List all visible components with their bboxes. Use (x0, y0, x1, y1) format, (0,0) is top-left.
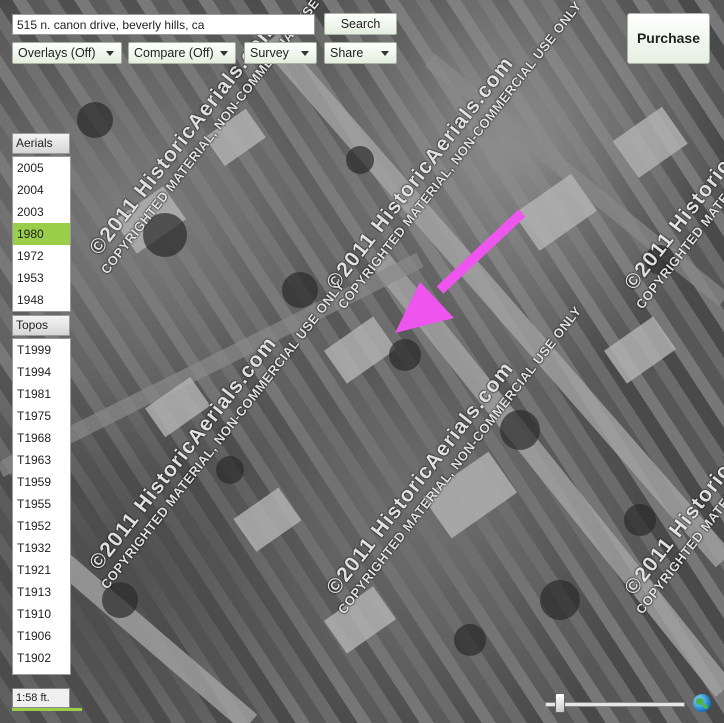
topo-year-item[interactable]: T1994 (13, 361, 70, 383)
topo-year-item[interactable]: T1902 (13, 647, 70, 669)
compare-label: Compare (Off) (134, 46, 214, 60)
topos-year-list: T1999 T1994 T1981 T1975 T1968 T1963 T1959 T1955… (12, 338, 71, 675)
topo-year-item[interactable]: T1999 (13, 339, 70, 361)
zoom-slider-track[interactable] (545, 702, 685, 707)
aerial-year-item[interactable]: 1953 (13, 267, 70, 289)
aerial-year-item[interactable]: 2005 (13, 157, 70, 179)
aerials-header: Aerials (12, 133, 70, 154)
aerial-year-item[interactable]: 1972 (13, 245, 70, 267)
aerial-year-item[interactable]: 2004 (13, 179, 70, 201)
overlays-label: Overlays (Off) (18, 46, 96, 60)
map-imagery (0, 32, 724, 723)
aerial-year-item[interactable]: 1948 (13, 289, 70, 311)
caret-down-icon (301, 51, 309, 56)
topo-year-item[interactable]: T1975 (13, 405, 70, 427)
search-button[interactable]: Search (324, 13, 397, 35)
survey-label: Survey (250, 46, 289, 60)
caret-down-icon (106, 51, 114, 56)
topo-year-item[interactable]: T1968 (13, 427, 70, 449)
topo-year-item[interactable]: T1963 (13, 449, 70, 471)
purchase-button[interactable]: Purchase (627, 13, 710, 64)
address-search-input[interactable] (12, 14, 315, 35)
share-dropdown[interactable]: Share (324, 42, 397, 64)
aerials-year-list: 2005 2004 2003 1980 1972 1953 1948 (12, 156, 71, 312)
globe-icon[interactable] (693, 694, 711, 712)
caret-down-icon (381, 51, 389, 56)
share-label: Share (330, 46, 364, 60)
aerial-year-item[interactable]: 1980 (13, 223, 70, 245)
map-scale: 1:58 ft. (12, 688, 70, 708)
topo-year-item[interactable]: T1952 (13, 515, 70, 537)
topo-year-item[interactable]: T1906 (13, 625, 70, 647)
topo-year-item[interactable]: T1913 (13, 581, 70, 603)
topo-year-item[interactable]: T1981 (13, 383, 70, 405)
survey-dropdown[interactable]: Survey (244, 42, 317, 64)
topo-year-item[interactable]: T1910 (13, 603, 70, 625)
zoom-slider-thumb[interactable] (555, 693, 566, 713)
topo-year-item[interactable]: T1921 (13, 559, 70, 581)
aerial-year-item[interactable]: 2003 (13, 201, 70, 223)
scale-bar (12, 708, 82, 711)
caret-down-icon (220, 51, 228, 56)
compare-dropdown[interactable]: Compare (Off) (128, 42, 236, 64)
overlays-dropdown[interactable]: Overlays (Off) (12, 42, 122, 64)
topo-year-item[interactable]: T1955 (13, 493, 70, 515)
aerial-map[interactable]: ©2011 HistoricAerials.com COPYRIGHTED MAT… (0, 0, 724, 723)
topo-year-item[interactable]: T1959 (13, 471, 70, 493)
topos-header: Topos (12, 315, 70, 336)
topo-year-item[interactable]: T1932 (13, 537, 70, 559)
